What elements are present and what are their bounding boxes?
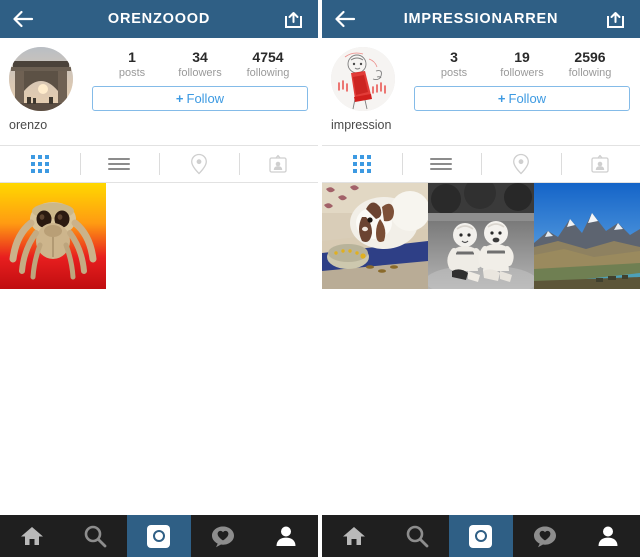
tab-tagged[interactable] [560, 146, 640, 182]
home-icon [20, 527, 43, 545]
nav-header: ORENZOOOD [0, 0, 318, 38]
stat-followers[interactable]: 34 followers [166, 49, 234, 80]
tabbar-search[interactable] [64, 515, 128, 557]
heart-bubble-icon [211, 526, 234, 547]
tab-tagged[interactable] [238, 146, 319, 182]
photo-thumbnail[interactable] [0, 183, 106, 289]
stat-label: followers [178, 67, 222, 79]
stat-followers[interactable]: 19 followers [488, 49, 556, 80]
nav-header: IMPRESSIONARREN [322, 0, 640, 38]
heart-bubble-icon [533, 526, 556, 547]
stat-value: 34 [192, 49, 208, 65]
stat-label: following [568, 67, 612, 79]
tabbar-activity[interactable] [513, 515, 577, 557]
profile-stats-and-action: 3 posts 19 followers 2596 following + Fo… [414, 47, 630, 111]
stats-row: 1 posts 34 followers 4754 following [92, 49, 308, 85]
stat-label: following [246, 67, 290, 79]
tabbar-home[interactable] [322, 515, 386, 557]
tab-grid[interactable] [0, 146, 80, 182]
location-pin-icon [190, 153, 207, 175]
tab-list[interactable] [79, 146, 160, 182]
grid-dots-icon [352, 155, 371, 173]
tabbar-profile[interactable] [254, 515, 318, 557]
person-icon [598, 526, 618, 546]
list-bars-icon [430, 155, 453, 173]
profile-view-tabs [322, 145, 640, 183]
share-icon[interactable] [606, 9, 628, 29]
camera-icon [469, 524, 493, 548]
stat-following[interactable]: 4754 following [234, 49, 302, 80]
stat-posts[interactable]: 3 posts [420, 49, 488, 80]
stat-value: 3 [450, 49, 458, 65]
stat-value: 1 [128, 49, 136, 65]
profile-username: orenzo [9, 118, 48, 132]
bottom-tab-bar [322, 515, 640, 557]
location-pin-icon [512, 153, 529, 175]
plus-icon: + [497, 91, 506, 106]
avatar[interactable] [331, 47, 395, 111]
stat-label: followers [500, 67, 544, 79]
profile-header: 3 posts 19 followers 2596 following + Fo… [322, 38, 640, 145]
profile-panel-left: ORENZOOOD 1 posts 34 followers 4754 foll… [0, 0, 318, 557]
stat-value: 2596 [574, 49, 606, 65]
list-bars-icon [108, 155, 131, 173]
search-icon [407, 525, 429, 548]
photo-grid [0, 183, 318, 289]
avatar[interactable] [9, 47, 73, 111]
photo-thumbnail[interactable] [322, 183, 428, 289]
bottom-tab-bar [0, 515, 318, 557]
stat-label: posts [440, 67, 468, 79]
back-arrow-icon[interactable] [334, 10, 356, 28]
stat-value: 4754 [252, 49, 284, 65]
tab-map[interactable] [159, 146, 239, 182]
camera-icon [147, 524, 171, 548]
tabbar-camera[interactable] [127, 515, 191, 557]
profile-header: 1 posts 34 followers 4754 following + Fo… [0, 38, 318, 145]
screenshot-stage: ORENZOOOD 1 posts 34 followers 4754 foll… [0, 0, 640, 557]
stat-posts[interactable]: 1 posts [98, 49, 166, 80]
profile-panel-right: IMPRESSIONARREN 3 posts 19 followers 259… [322, 0, 640, 557]
person-icon [276, 526, 296, 546]
page-title: IMPRESSIONARREN [403, 11, 559, 27]
page-title: ORENZOOOD [107, 11, 211, 27]
photo-grid [322, 183, 640, 289]
follow-button-label: Follow [508, 91, 547, 106]
search-icon [85, 525, 107, 548]
photos-of-you-icon [591, 154, 609, 173]
photo-thumbnail[interactable] [534, 183, 640, 289]
back-arrow-icon[interactable] [12, 10, 34, 28]
profile-view-tabs [0, 145, 318, 183]
stat-following[interactable]: 2596 following [556, 49, 624, 80]
follow-button-label: Follow [186, 91, 225, 106]
stats-row: 3 posts 19 followers 2596 following [414, 49, 630, 85]
share-icon[interactable] [284, 9, 306, 29]
tabbar-camera[interactable] [449, 515, 513, 557]
profile-username: impression [331, 118, 392, 132]
home-icon [342, 527, 365, 545]
stat-value: 19 [514, 49, 530, 65]
plus-icon: + [175, 91, 184, 106]
tab-list[interactable] [401, 146, 482, 182]
tabbar-search[interactable] [386, 515, 450, 557]
tab-grid[interactable] [322, 146, 402, 182]
photo-thumbnail[interactable] [428, 183, 534, 289]
profile-stats-and-action: 1 posts 34 followers 4754 following + Fo… [92, 47, 308, 111]
photos-of-you-icon [269, 154, 287, 173]
follow-button[interactable]: + Follow [414, 86, 630, 111]
stat-label: posts [118, 67, 146, 79]
tabbar-profile[interactable] [576, 515, 640, 557]
grid-dots-icon [30, 155, 49, 173]
tabbar-home[interactable] [0, 515, 64, 557]
tabbar-activity[interactable] [191, 515, 255, 557]
follow-button[interactable]: + Follow [92, 86, 308, 111]
tab-map[interactable] [481, 146, 561, 182]
